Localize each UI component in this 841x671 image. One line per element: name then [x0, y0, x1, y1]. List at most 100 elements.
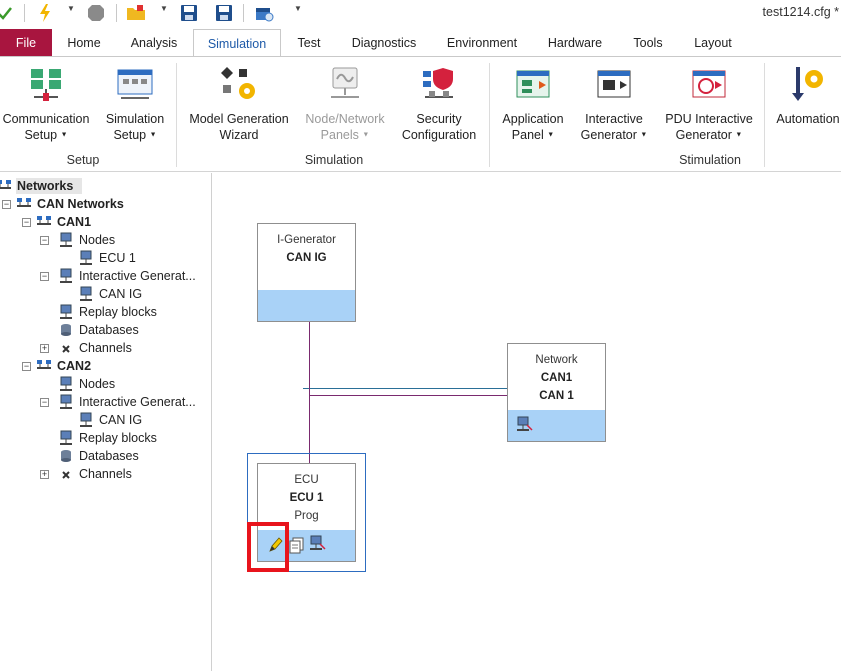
application-panel-icon [516, 70, 550, 98]
highlight-box [247, 522, 289, 572]
tree-item-can-networks[interactable]: CAN Networks [16, 195, 124, 213]
package-icon[interactable] [253, 2, 275, 24]
network-node-icon[interactable] [308, 535, 326, 553]
collapse-toggle[interactable]: − [40, 236, 49, 245]
tab-tools[interactable]: Tools [622, 29, 674, 57]
node-icon [60, 376, 72, 391]
chevron-down-icon[interactable]: ▼ [294, 4, 302, 13]
group-label-simulation: Simulation [304, 153, 364, 167]
ig-connection-line [309, 321, 310, 463]
tree-item-replay-blocks[interactable]: Replay blocks [58, 429, 157, 447]
simulation-canvas: I-Generator CAN IG Network CAN1 CAN 1 EC… [216, 173, 841, 671]
tree-item-channels[interactable]: Channels [58, 339, 132, 357]
network-config-icon [31, 69, 61, 101]
chevron-down-icon[interactable]: ▼ [67, 4, 75, 13]
automation-button[interactable]: Automation [772, 65, 841, 127]
tree-item-interactive-generators[interactable]: Interactive Generat... [58, 267, 196, 285]
simulation-setup-button[interactable]: Simulation Setup ▼ [98, 65, 172, 144]
save-as-icon[interactable] [213, 2, 235, 24]
communication-setup-button[interactable]: Communication Setup ▼ [0, 65, 92, 144]
channel-icon [62, 345, 70, 353]
node-icon [80, 250, 92, 265]
tab-layout[interactable]: Layout [684, 29, 742, 57]
tree-item-interactive-generators[interactable]: Interactive Generat... [58, 393, 196, 411]
simulation-setup-icon [117, 69, 153, 99]
network-icon [17, 198, 31, 207]
tree-item-can-ig[interactable]: CAN IG [78, 411, 142, 429]
tree-item-networks[interactable]: Networks [0, 177, 73, 195]
tab-file[interactable]: File [0, 29, 52, 57]
interactive-generator-button[interactable]: Interactive Generator ▼ [574, 65, 654, 144]
block-name: CAN IG [286, 252, 327, 264]
tree-item-databases[interactable]: Databases [58, 321, 139, 339]
tab-test[interactable]: Test [288, 29, 330, 57]
model-generation-wizard-button[interactable]: Model Generation Wizard [186, 65, 292, 143]
pdu-interactive-generator-button[interactable]: PDU Interactive Generator ▼ [660, 65, 758, 144]
ribbon: Communication Setup ▼ Simulation Setup ▼… [0, 56, 841, 172]
stop-icon[interactable] [86, 2, 106, 24]
expand-toggle[interactable]: + [40, 470, 49, 479]
network-icon [37, 216, 51, 225]
collapse-toggle[interactable]: − [2, 200, 11, 209]
quick-access-toolbar: ▼ ▼ ▼ test1214.cfg * [0, 0, 841, 28]
database-icon [61, 324, 71, 336]
tab-home[interactable]: Home [58, 29, 110, 57]
automation-icon [792, 67, 823, 101]
tree-item-can2[interactable]: CAN2 [36, 357, 91, 375]
block-name: ECU 1 [289, 492, 324, 504]
tab-hardware[interactable]: Hardware [538, 29, 612, 57]
node-icon [60, 268, 72, 283]
tree-item-databases[interactable]: Databases [58, 447, 139, 465]
files-icon[interactable] [289, 536, 305, 554]
group-label-stimulation: Stimulation [679, 153, 741, 167]
tree-item-can1[interactable]: CAN1 [36, 213, 91, 231]
config-title: test1214.cfg * [762, 5, 839, 19]
node-icon [80, 286, 92, 301]
node-network-panels-button[interactable]: Node/Network Panels ▼ [300, 65, 390, 144]
network-block[interactable]: Network CAN1 CAN 1 [507, 343, 606, 442]
pdu-generator-icon [692, 70, 726, 98]
tab-analysis[interactable]: Analysis [122, 29, 186, 57]
tree-item-nodes[interactable]: Nodes [58, 231, 115, 249]
tab-simulation[interactable]: Simulation [193, 29, 281, 57]
collapse-toggle[interactable]: − [22, 362, 31, 371]
tree-item-channels[interactable]: Channels [58, 465, 132, 483]
security-configuration-button[interactable]: Security Configuration [396, 65, 482, 143]
expand-toggle[interactable]: + [40, 344, 49, 353]
panels-icon [331, 67, 359, 98]
group-label-setup: Setup [66, 153, 100, 167]
tree-item-replay-blocks[interactable]: Replay blocks [58, 303, 157, 321]
application-panel-button[interactable]: Application Panel ▼ [496, 65, 570, 144]
block-name: CAN 1 [539, 390, 574, 402]
collapse-toggle[interactable]: − [40, 272, 49, 281]
open-folder-icon[interactable] [125, 2, 147, 24]
network-icon [37, 360, 51, 369]
checkmark-icon[interactable] [0, 2, 14, 24]
interactive-generator-icon [597, 70, 631, 98]
lightning-icon[interactable] [36, 2, 54, 24]
model-wizard-icon [221, 67, 255, 99]
tab-diagnostics[interactable]: Diagnostics [344, 29, 424, 57]
tree-item-nodes[interactable]: Nodes [58, 375, 115, 393]
node-icon [80, 412, 92, 427]
tab-environment[interactable]: Environment [438, 29, 526, 57]
bus-line-purple [310, 395, 508, 396]
block-status-bar [508, 410, 605, 441]
network-node-icon[interactable] [515, 416, 533, 434]
bus-line-blue [303, 388, 508, 389]
chevron-down-icon[interactable]: ▼ [160, 4, 168, 13]
tree-item-can-ig[interactable]: CAN IG [78, 285, 142, 303]
security-icon [423, 68, 453, 98]
block-status-bar [258, 290, 355, 321]
network-icon [0, 180, 11, 189]
database-icon [61, 450, 71, 462]
block-program: Prog [294, 510, 319, 522]
collapse-toggle[interactable]: − [22, 218, 31, 227]
tree-item-ecu1[interactable]: ECU 1 [78, 249, 136, 267]
node-icon [60, 304, 72, 319]
i-generator-block[interactable]: I-Generator CAN IG [257, 223, 356, 322]
channel-icon [62, 471, 70, 479]
block-type: ECU [294, 474, 319, 486]
save-icon[interactable] [178, 2, 200, 24]
collapse-toggle[interactable]: − [40, 398, 49, 407]
